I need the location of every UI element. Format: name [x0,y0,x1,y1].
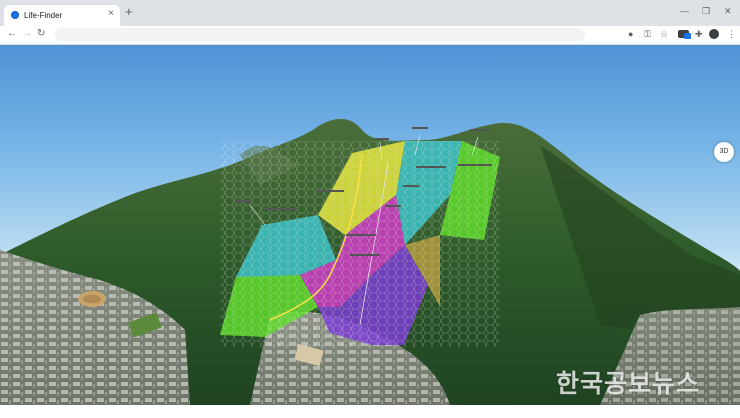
puzzle-icon[interactable]: ✚ [695,28,703,40]
address-bar[interactable] [55,28,585,41]
reload-button[interactable]: ↻ [37,28,45,40]
zone-label[interactable] [412,127,428,129]
watermark-text: 한국공보뉴스 [556,369,701,398]
minimize-button[interactable]: — [680,6,689,16]
zone-label[interactable] [470,129,490,131]
tab-strip: Life-Finder × + — ❐ ✕ [0,0,740,26]
zone-label[interactable] [346,234,376,236]
page-footer [0,405,740,418]
star-icon[interactable]: ☆ [660,28,668,40]
key-icon[interactable]: ⚿ [644,28,651,40]
tab-title: Life-Finder [24,11,63,20]
map-3d-viewport[interactable]: 3D [0,45,740,405]
terrain-scene [0,118,740,405]
location-icon[interactable]: ● [628,28,633,40]
zone-label[interactable] [458,164,492,166]
zone-label[interactable] [385,205,401,207]
close-tab-icon[interactable]: × [108,9,114,19]
zone-label[interactable] [416,166,446,168]
new-tab-button[interactable]: + [125,5,133,19]
zone-label[interactable] [350,254,380,256]
forward-button[interactable]: → [22,28,32,40]
view-mode-toggle-button[interactable]: 3D [714,142,734,162]
zone-label[interactable] [236,200,252,202]
tab-life-finder[interactable]: Life-Finder × [4,5,120,26]
zone-label[interactable] [318,190,344,192]
zone-label[interactable] [403,185,419,187]
site-favicon-icon [11,11,19,19]
extension-badge [684,33,691,39]
zone-label[interactable] [265,208,297,210]
menu-icon[interactable]: ⋮ [727,28,736,40]
back-button[interactable]: ← [7,28,17,40]
close-window-button[interactable]: ✕ [724,6,732,17]
zone-label[interactable] [375,138,389,140]
restore-button[interactable]: ❐ [702,6,710,17]
profile-icon[interactable] [709,29,719,39]
browser-toolbar: ← → ↻ ● ⚿ ☆ ✚ ⋮ [0,26,740,45]
